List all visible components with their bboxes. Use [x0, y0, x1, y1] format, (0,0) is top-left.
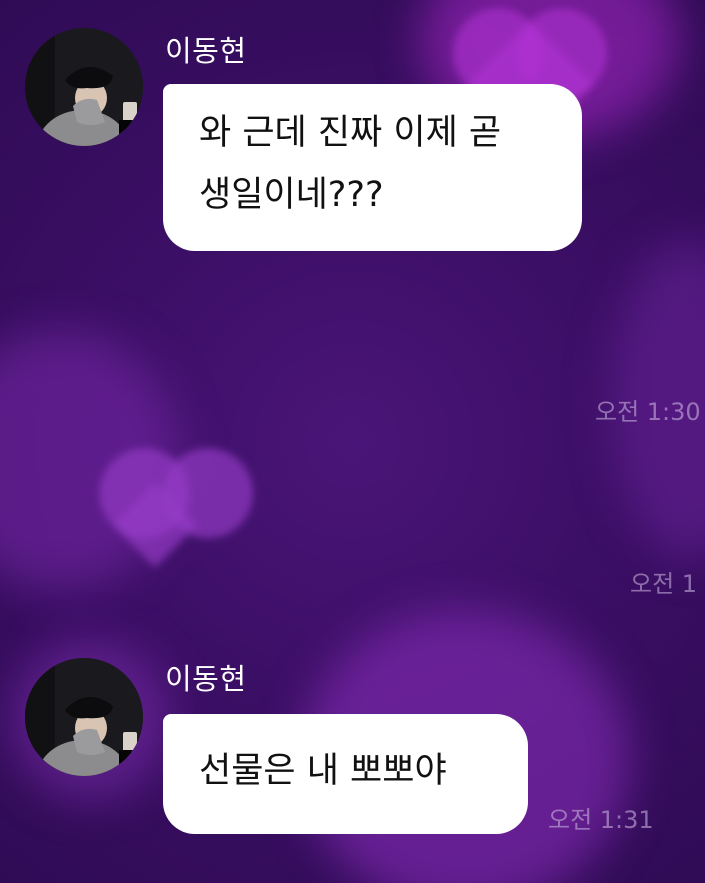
message-bubble[interactable]: 선물은 내 뽀뽀야	[163, 714, 528, 834]
message-time: 오전 1:31	[548, 806, 654, 834]
message-bubble[interactable]: 와 근데 진짜 이제 곧 생일이네???	[163, 84, 582, 251]
sender-name: 이동현	[165, 34, 247, 68]
message-line: 와 근데 진짜 이제 곧	[199, 113, 502, 153]
message-line: 생일이네???	[199, 175, 384, 215]
message-time: 오전 1:30	[595, 398, 701, 426]
profile-photo-icon	[25, 658, 143, 776]
sender-name: 이동현	[165, 662, 247, 696]
chat-thread[interactable]: 이동현 와 근데 진짜 이제 곧 생일이네??? 오전 1:30 오전 1 이동…	[0, 0, 705, 883]
sender-avatar[interactable]	[25, 28, 143, 146]
message-line: 선물은 내 뽀뽀야	[199, 751, 447, 791]
sender-avatar[interactable]	[25, 658, 143, 776]
message-time: 오전 1	[630, 570, 698, 598]
profile-photo-icon	[25, 28, 143, 146]
